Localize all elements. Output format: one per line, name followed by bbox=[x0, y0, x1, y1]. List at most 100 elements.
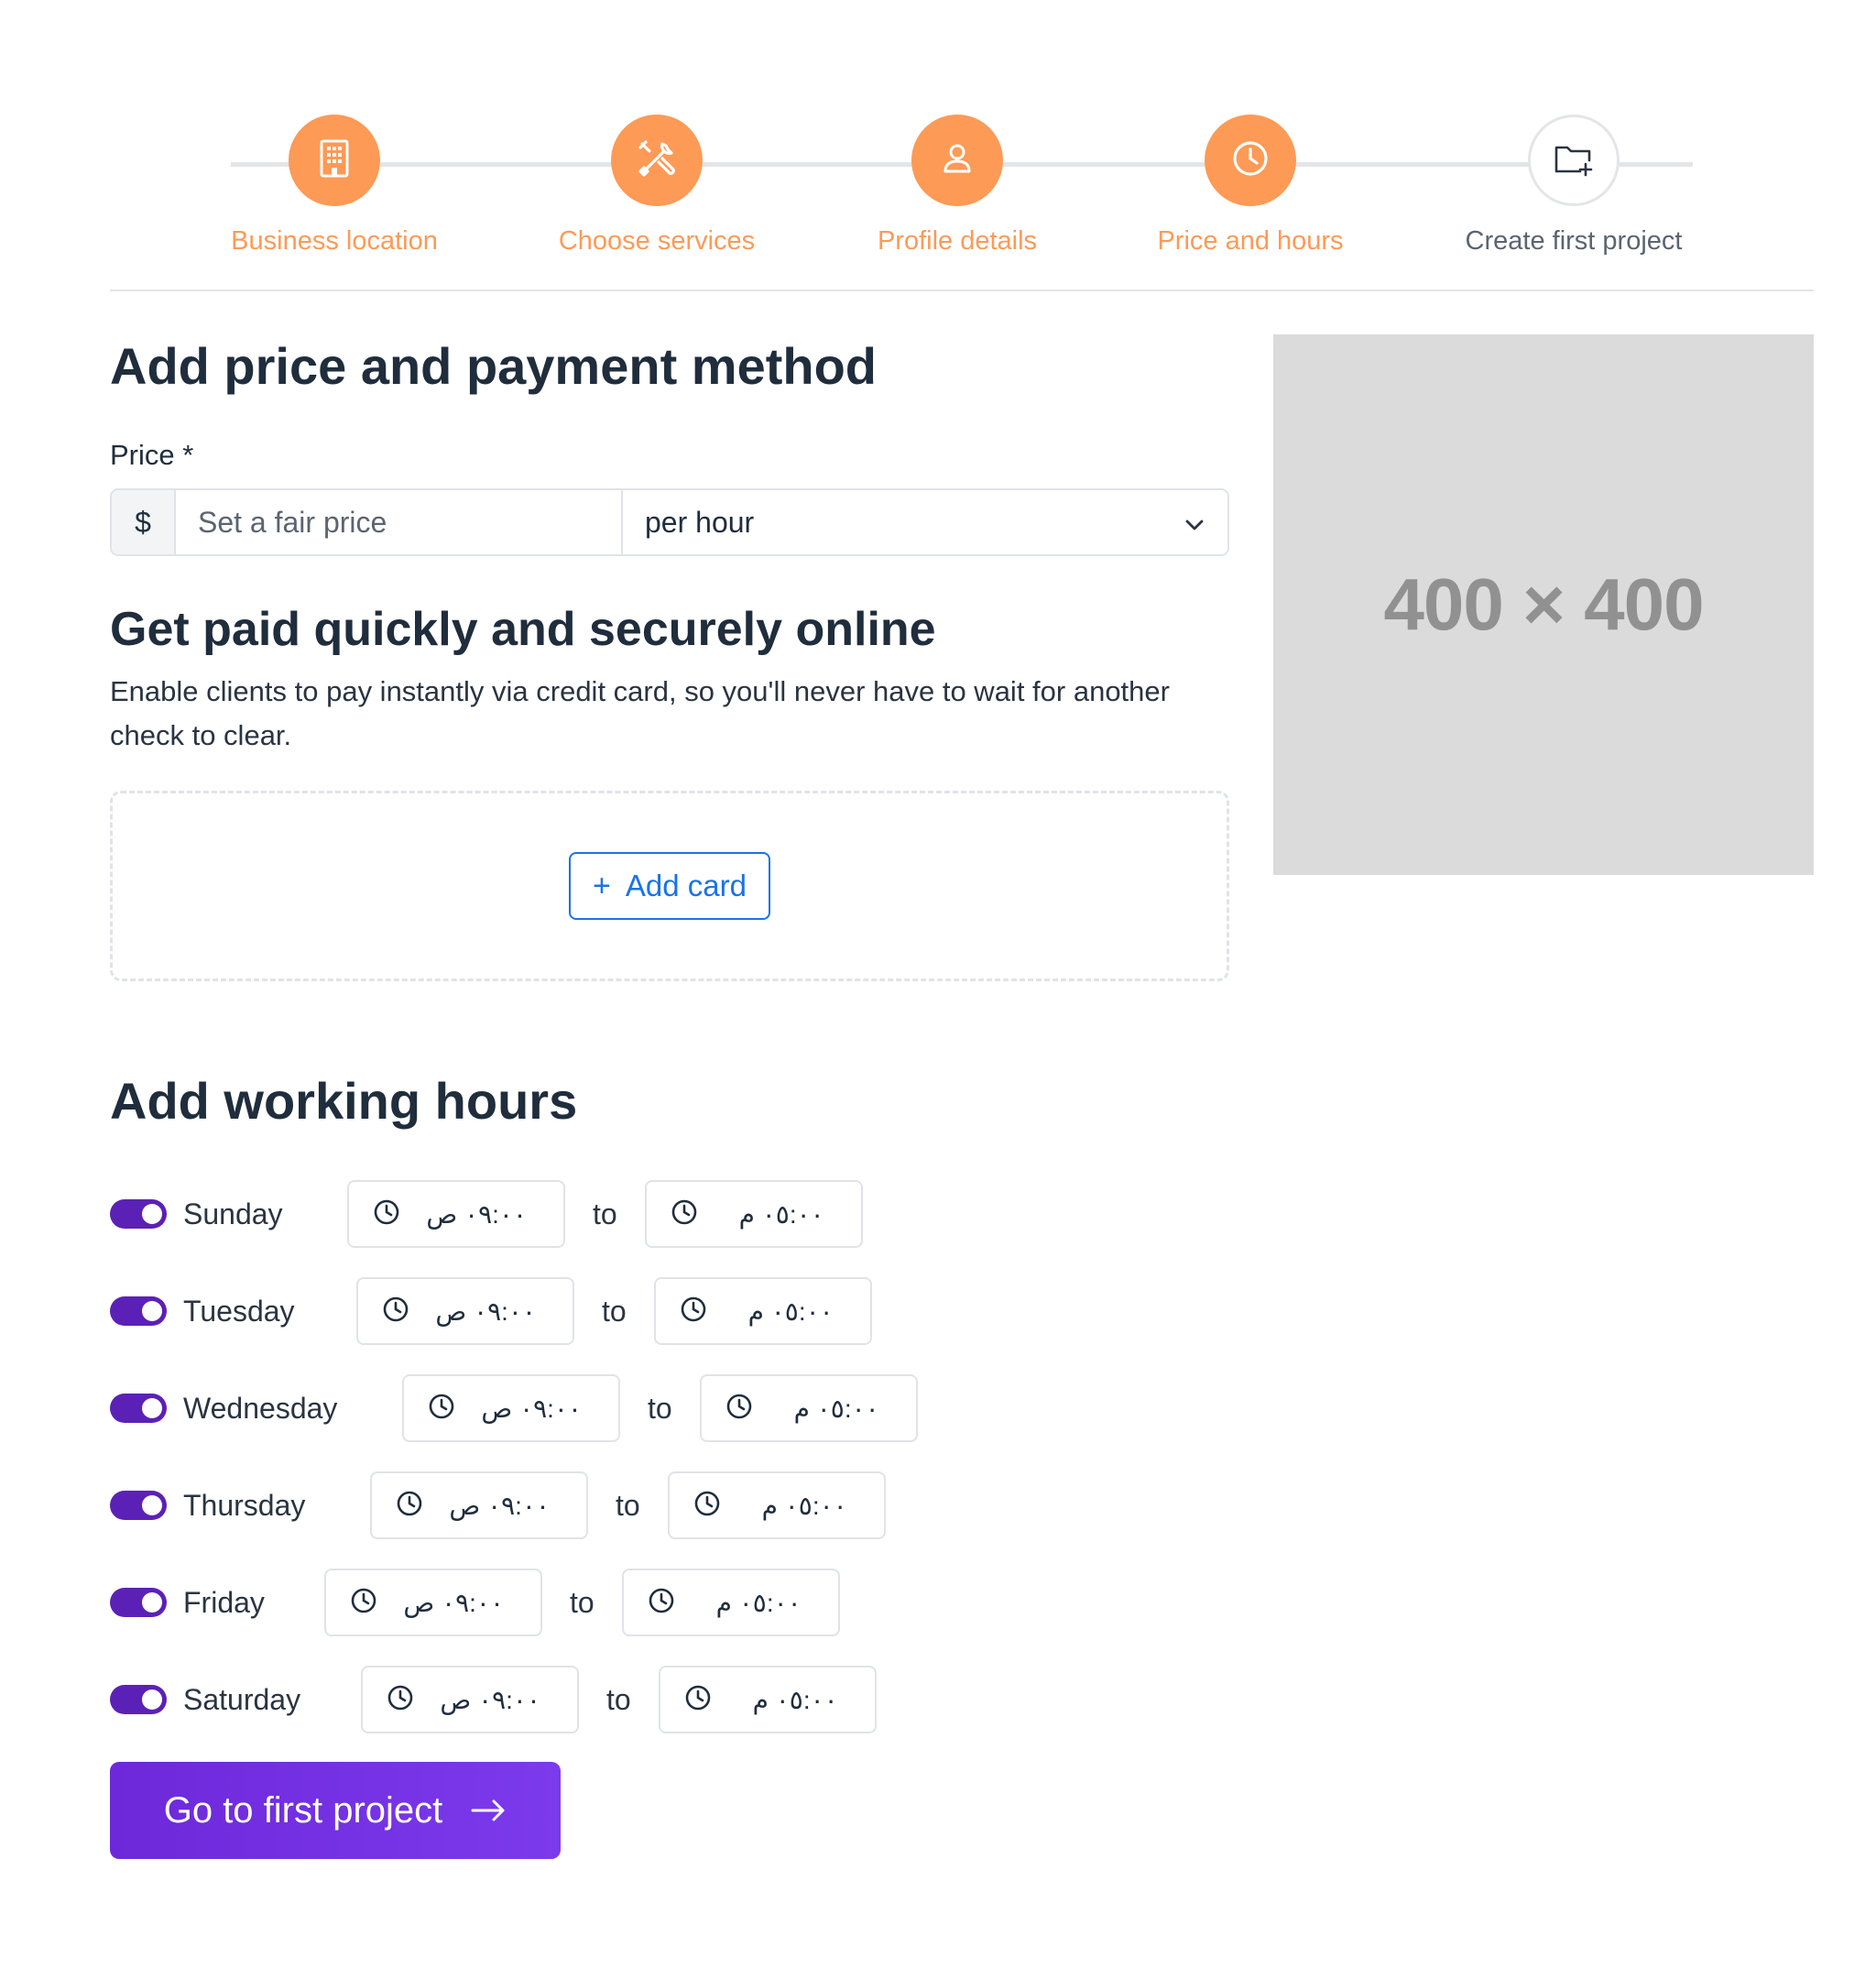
clock-icon bbox=[350, 1587, 377, 1619]
start-time-value: ٠٩:٠٠ ص bbox=[440, 1685, 540, 1714]
day-toggle[interactable] bbox=[110, 1491, 167, 1520]
step-label: Price and hours bbox=[1157, 226, 1344, 256]
step-circle bbox=[911, 115, 1003, 206]
to-label: to bbox=[593, 1197, 617, 1230]
toggle-knob bbox=[142, 1495, 162, 1515]
day-toggle[interactable] bbox=[110, 1588, 167, 1617]
day-label: Saturday bbox=[183, 1682, 301, 1716]
to-label: to bbox=[606, 1682, 631, 1716]
end-time-value: ٠٥:٠٠ م bbox=[761, 1491, 847, 1520]
placeholder-image: 400 × 400 bbox=[1273, 334, 1814, 875]
end-time-input[interactable]: ٠٥:٠٠ م bbox=[621, 1569, 840, 1636]
price-label: Price * bbox=[110, 439, 194, 471]
clock-icon bbox=[382, 1296, 409, 1328]
building-icon bbox=[316, 138, 353, 183]
end-time-input[interactable]: ٠٥:٠٠ م bbox=[658, 1666, 877, 1733]
to-label: to bbox=[648, 1391, 672, 1425]
toggle-knob bbox=[142, 1204, 162, 1224]
add-card-button[interactable]: + Add card bbox=[569, 852, 770, 920]
end-time-input[interactable]: ٠٥:٠٠ م bbox=[644, 1180, 863, 1248]
payment-section-title: Get paid quickly and securely online bbox=[110, 603, 936, 656]
price-unit-value: per hour bbox=[645, 505, 755, 539]
cta-label: Go to first project bbox=[163, 1789, 443, 1831]
end-time-input[interactable]: ٠٥:٠٠ م bbox=[699, 1374, 918, 1442]
clock-icon bbox=[373, 1198, 400, 1230]
clock-icon bbox=[671, 1198, 698, 1230]
end-time-value: ٠٥:٠٠ م bbox=[747, 1296, 834, 1326]
price-input-group: $ per hour bbox=[110, 488, 1229, 556]
day-toggle[interactable] bbox=[110, 1394, 167, 1423]
clock-icon bbox=[693, 1490, 721, 1522]
day-toggle[interactable] bbox=[110, 1296, 167, 1326]
step-circle bbox=[1528, 115, 1620, 206]
end-time-value: ٠٥:٠٠ م bbox=[738, 1199, 824, 1229]
hours-row-saturday: Saturday ٠٩:٠٠ ص to ٠٥:٠٠ م bbox=[110, 1665, 1232, 1734]
to-label: to bbox=[616, 1488, 640, 1522]
hours-row-sunday: Sunday ٠٩:٠٠ ص to ٠٥:٠٠ م bbox=[110, 1179, 1232, 1249]
to-label: to bbox=[602, 1294, 627, 1328]
clock-icon bbox=[387, 1684, 414, 1716]
chevron-down-icon bbox=[1183, 506, 1205, 540]
start-time-input[interactable]: ٠٩:٠٠ ص bbox=[324, 1569, 542, 1636]
step-price-and-hours[interactable]: Price and hours bbox=[1067, 115, 1434, 257]
start-time-input[interactable]: ٠٩:٠٠ ص bbox=[356, 1277, 574, 1345]
plus-icon: + bbox=[593, 868, 611, 903]
progress-stepper: Business location Choose services Profil… bbox=[110, 115, 1814, 298]
end-time-value: ٠٥:٠٠ م bbox=[715, 1588, 802, 1617]
end-time-value: ٠٥:٠٠ م bbox=[793, 1394, 879, 1423]
step-label: Create first project bbox=[1465, 226, 1683, 256]
step-create-first-project[interactable]: Create first project bbox=[1391, 115, 1757, 257]
go-to-first-project-button[interactable]: Go to first project bbox=[110, 1762, 561, 1859]
arrow-right-icon bbox=[470, 1790, 507, 1831]
step-circle bbox=[1205, 115, 1296, 206]
page-title: Add price and payment method bbox=[110, 337, 877, 395]
add-card-dropzone: + Add card bbox=[110, 791, 1229, 981]
start-time-value: ٠٩:٠٠ ص bbox=[403, 1588, 504, 1617]
step-business-location[interactable]: Business location bbox=[151, 115, 518, 257]
to-label: to bbox=[570, 1585, 594, 1619]
folder-plus-icon bbox=[1553, 140, 1595, 181]
header-divider bbox=[110, 290, 1814, 291]
end-time-input[interactable]: ٠٥:٠٠ م bbox=[667, 1471, 886, 1539]
step-label: Business location bbox=[231, 226, 438, 256]
price-input[interactable] bbox=[176, 490, 623, 554]
add-card-label: Add card bbox=[625, 869, 747, 902]
day-label: Thursday bbox=[183, 1488, 306, 1522]
hours-row-tuesday: Tuesday ٠٩:٠٠ ص to ٠٥:٠٠ م bbox=[110, 1276, 1232, 1346]
day-label: Sunday bbox=[183, 1197, 283, 1230]
clock-icon bbox=[396, 1490, 423, 1522]
start-time-input[interactable]: ٠٩:٠٠ ص bbox=[347, 1180, 565, 1248]
working-hours-list: Sunday ٠٩:٠٠ ص to ٠٥:٠٠ م Tuesday ٠٩:٠٠ … bbox=[110, 1179, 1232, 1734]
day-label: Friday bbox=[183, 1585, 265, 1619]
clock-icon bbox=[648, 1587, 675, 1619]
clock-icon bbox=[1230, 138, 1271, 183]
start-time-input[interactable]: ٠٩:٠٠ ص bbox=[370, 1471, 588, 1539]
hours-row-wednesday: Wednesday ٠٩:٠٠ ص to ٠٥:٠٠ م bbox=[110, 1373, 1232, 1443]
start-time-value: ٠٩:٠٠ ص bbox=[426, 1199, 527, 1229]
end-time-input[interactable]: ٠٥:٠٠ م bbox=[653, 1277, 872, 1345]
start-time-value: ٠٩:٠٠ ص bbox=[481, 1394, 582, 1423]
clock-icon bbox=[680, 1296, 707, 1328]
hours-section-title: Add working hours bbox=[110, 1072, 578, 1130]
start-time-input[interactable]: ٠٩:٠٠ ص bbox=[402, 1374, 620, 1442]
toggle-knob bbox=[142, 1301, 162, 1321]
day-label: Wednesday bbox=[183, 1391, 338, 1425]
step-circle bbox=[611, 115, 703, 206]
hours-row-friday: Friday ٠٩:٠٠ ص to ٠٥:٠٠ م bbox=[110, 1568, 1232, 1637]
day-toggle[interactable] bbox=[110, 1199, 167, 1229]
payment-description: Enable clients to pay instantly via cred… bbox=[110, 675, 1170, 751]
end-time-value: ٠٥:٠٠ م bbox=[752, 1685, 838, 1714]
step-circle bbox=[289, 115, 380, 206]
placeholder-text: 400 × 400 bbox=[1383, 563, 1704, 645]
toggle-knob bbox=[142, 1689, 162, 1710]
day-toggle[interactable] bbox=[110, 1685, 167, 1714]
hours-row-thursday: Thursday ٠٩:٠٠ ص to ٠٥:٠٠ م bbox=[110, 1471, 1232, 1540]
clock-icon bbox=[684, 1684, 712, 1716]
start-time-input[interactable]: ٠٩:٠٠ ص bbox=[361, 1666, 579, 1733]
clock-icon bbox=[428, 1393, 455, 1425]
tools-icon bbox=[637, 138, 677, 183]
toggle-knob bbox=[142, 1592, 162, 1613]
price-unit-select[interactable]: per hour bbox=[623, 490, 1227, 554]
user-icon bbox=[939, 140, 976, 181]
clock-icon bbox=[725, 1393, 753, 1425]
